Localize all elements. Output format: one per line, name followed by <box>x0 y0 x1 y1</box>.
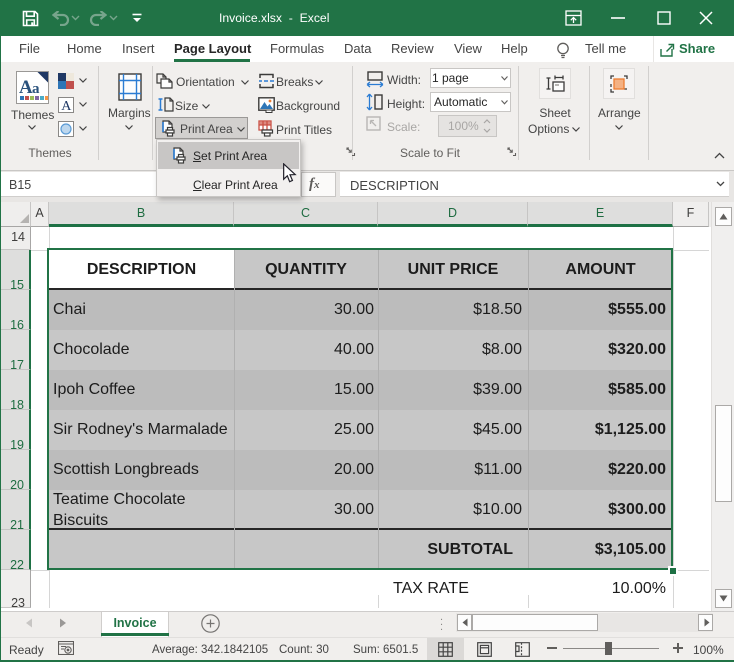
svg-text:a: a <box>32 81 40 97</box>
svg-text:A: A <box>61 99 72 113</box>
svg-text:A: A <box>19 77 33 98</box>
